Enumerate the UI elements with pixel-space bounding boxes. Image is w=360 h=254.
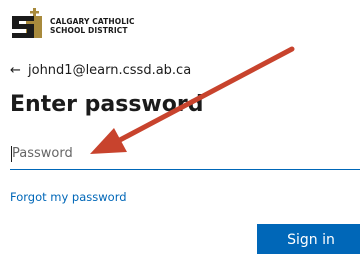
signin-button[interactable]: Sign in [257,224,360,254]
back-arrow-icon[interactable]: ← [10,61,28,81]
password-field-container [10,138,360,171]
identity-back-button[interactable]: ← johnd1@learn.cssd.ab.ca [10,61,191,81]
page-title: Enter password [10,92,204,117]
cssd-crest-icon [12,8,42,38]
account-email: johnd1@learn.cssd.ab.ca [28,63,192,78]
organization-name-line1: CALGARY CATHOLIC [50,17,135,26]
organization-logo: CALGARY CATHOLIC SCHOOL DISTRICT [10,7,140,41]
forgot-password-link[interactable]: Forgot my password [10,190,127,204]
organization-name-line2: SCHOOL DISTRICT [50,26,128,35]
signin-page: CALGARY CATHOLIC SCHOOL DISTRICT ← johnd… [0,0,360,254]
organization-name: CALGARY CATHOLIC SCHOOL DISTRICT [50,17,135,35]
text-caret [11,146,12,162]
password-input[interactable] [10,138,360,170]
